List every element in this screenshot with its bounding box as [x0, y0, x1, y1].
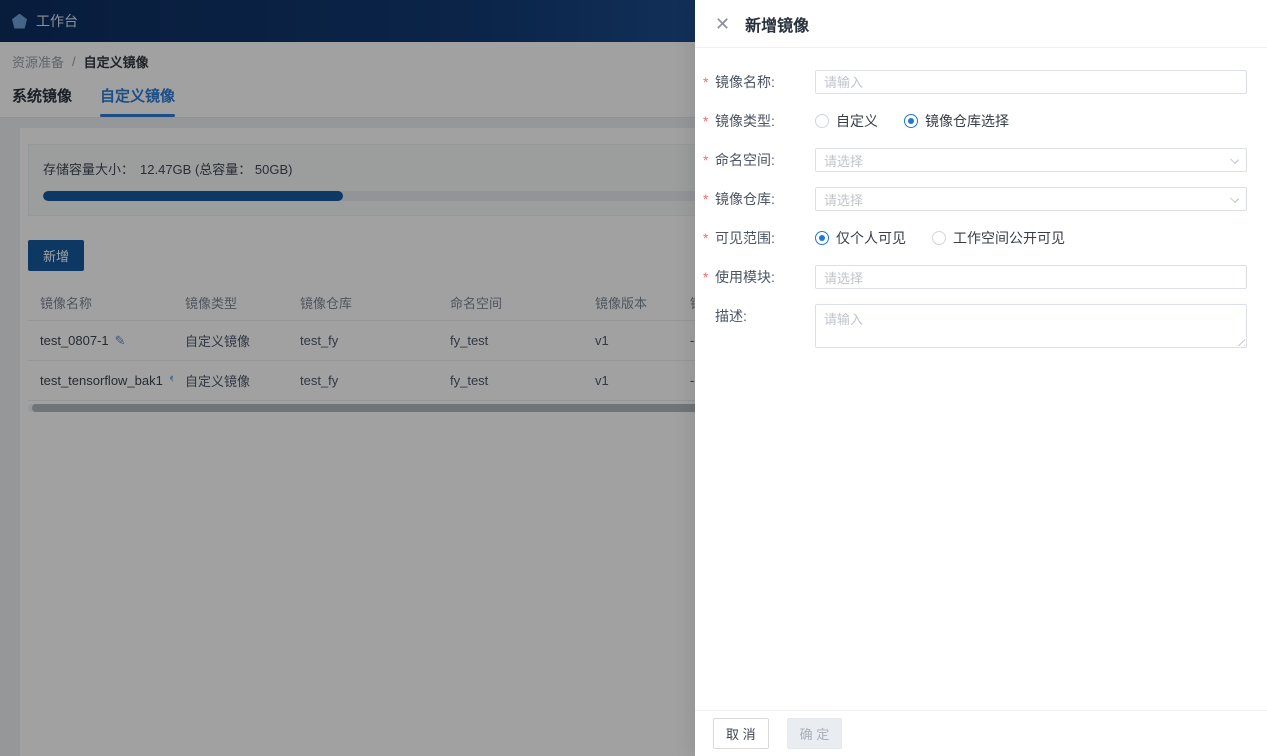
- image-name-input[interactable]: [815, 70, 1247, 94]
- radio-label: 工作空间公开可见: [953, 230, 1065, 246]
- radio-icon[interactable]: [932, 231, 946, 245]
- radio-workspace-public[interactable]: 工作空间公开可见: [932, 228, 1065, 248]
- field-label: 命名空间:: [715, 152, 775, 168]
- field-label: 镜像类型:: [715, 113, 775, 129]
- radio-label: 镜像仓库选择: [925, 113, 1009, 129]
- radio-repo-select[interactable]: 镜像仓库选择: [904, 111, 1009, 131]
- required-mark: *: [703, 191, 709, 207]
- image-repo-select[interactable]: 请选择: [815, 187, 1247, 211]
- namespace-select[interactable]: 请选择: [815, 148, 1247, 172]
- radio-custom[interactable]: 自定义: [815, 111, 878, 131]
- drawer-footer: 取 消 确 定: [695, 710, 1267, 756]
- add-image-drawer: ✕ 新增镜像 * 镜像名称: * 镜像类型: 自定义: [695, 0, 1267, 756]
- form-row-image-name: * 镜像名称:: [703, 70, 1247, 94]
- drawer-body: * 镜像名称: * 镜像类型: 自定义 镜像仓库选择: [695, 48, 1267, 710]
- radio-icon-checked[interactable]: [904, 114, 918, 128]
- drawer-title: 新增镜像: [745, 17, 810, 35]
- close-icon[interactable]: ✕: [715, 15, 730, 33]
- required-mark: *: [703, 74, 709, 90]
- form-row-visibility: * 可见范围: 仅个人可见 工作空间公开可见: [703, 226, 1247, 250]
- page: 工作台 资源准备 / 自定义镜像 系统镜像 自定义镜像 存储容量大小： 12.47…: [0, 0, 1267, 756]
- cancel-button[interactable]: 取 消: [713, 718, 769, 749]
- radio-icon[interactable]: [815, 114, 829, 128]
- form-row-module: * 使用模块: 请选择: [703, 265, 1247, 289]
- field-label: 可见范围:: [715, 230, 775, 246]
- required-mark: *: [703, 113, 709, 129]
- radio-label: 仅个人可见: [836, 230, 906, 246]
- radio-label: 自定义: [836, 113, 878, 129]
- field-label: 镜像仓库:: [715, 191, 775, 207]
- form-row-image-repo: * 镜像仓库: 请选择: [703, 187, 1247, 211]
- form-row-description: *描述:: [703, 304, 1247, 348]
- radio-icon-checked[interactable]: [815, 231, 829, 245]
- module-select[interactable]: 请选择: [815, 265, 1247, 289]
- required-mark: *: [703, 152, 709, 168]
- required-mark: *: [703, 269, 709, 285]
- field-label: 使用模块:: [715, 269, 775, 285]
- required-mark: *: [703, 230, 709, 246]
- description-textarea[interactable]: [815, 304, 1247, 348]
- form-row-namespace: * 命名空间: 请选择: [703, 148, 1247, 172]
- form-row-image-type: * 镜像类型: 自定义 镜像仓库选择: [703, 109, 1247, 133]
- field-label: 描述:: [715, 308, 747, 324]
- radio-personal-only[interactable]: 仅个人可见: [815, 228, 906, 248]
- field-label: 镜像名称:: [715, 74, 775, 90]
- drawer-header: ✕ 新增镜像: [695, 0, 1267, 48]
- confirm-button[interactable]: 确 定: [786, 718, 843, 749]
